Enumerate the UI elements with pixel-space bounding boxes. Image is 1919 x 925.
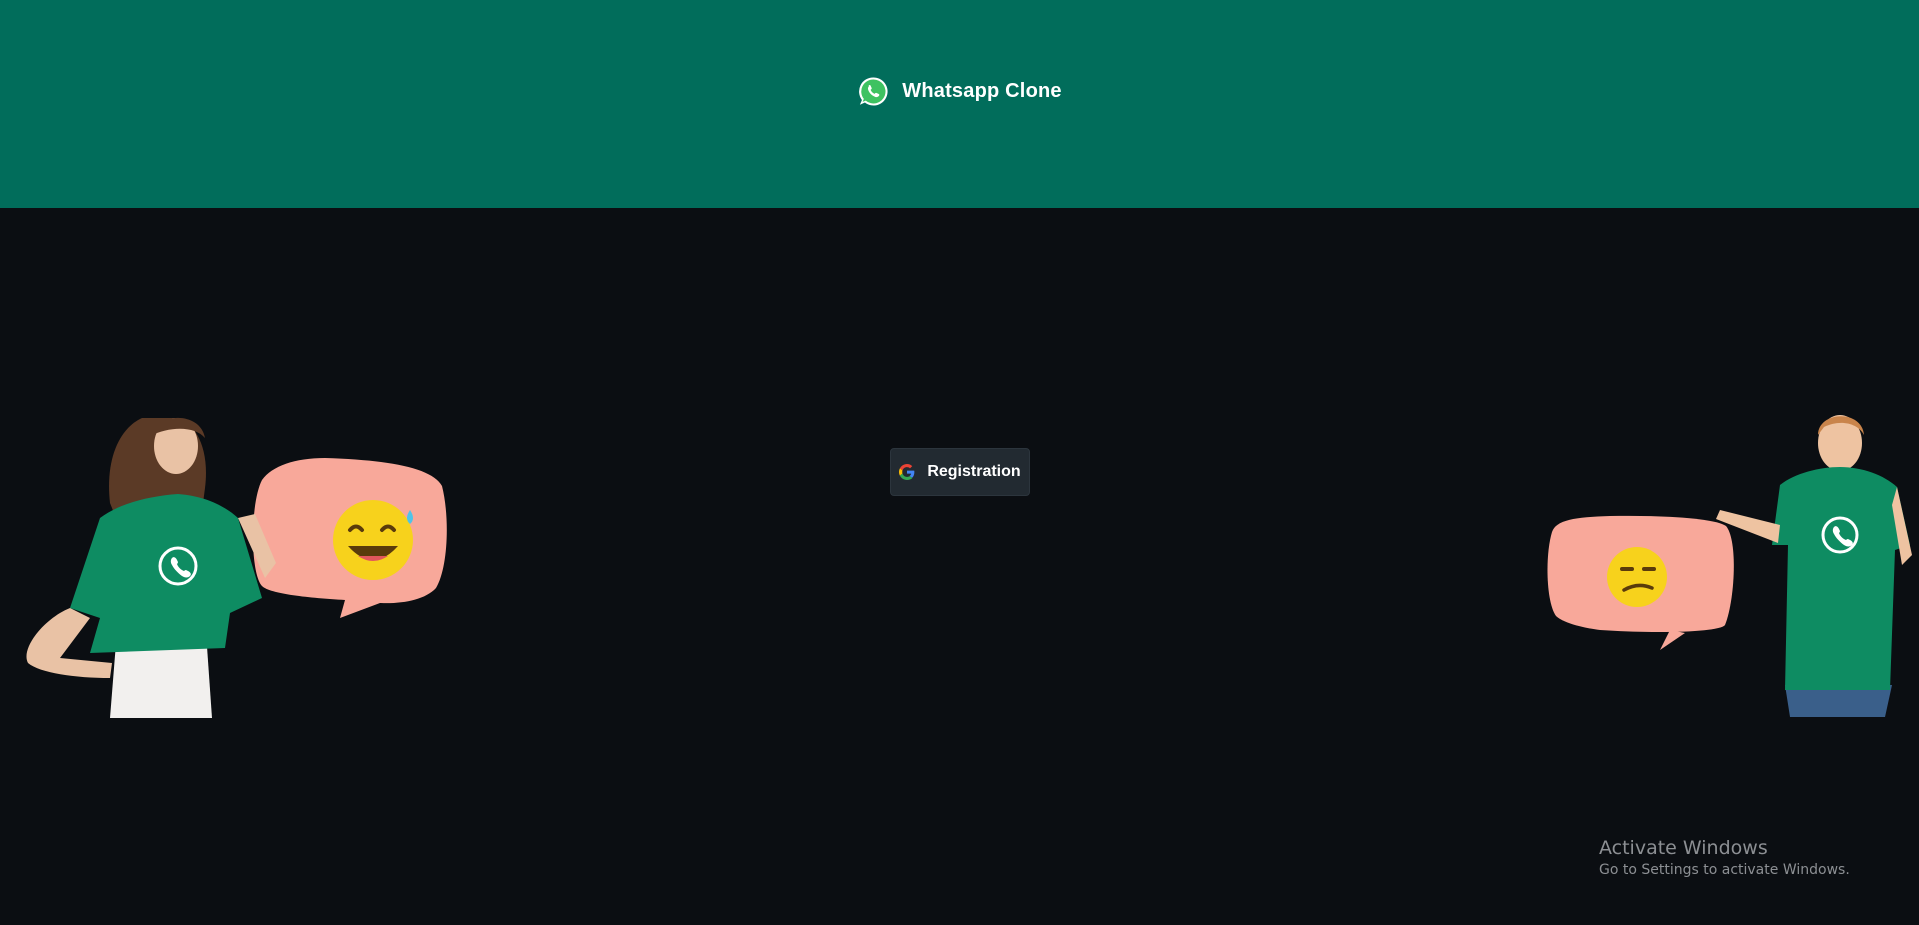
man-figure [1716, 415, 1912, 717]
whatsapp-logo-icon [859, 76, 888, 106]
registration-button[interactable]: Registration [890, 448, 1030, 496]
man-illustration [1547, 415, 1912, 717]
sweat-smile-emoji-icon [333, 500, 413, 580]
app-title: Whatsapp Clone [902, 79, 1062, 102]
confused-emoji-icon [1607, 547, 1667, 607]
registration-label: Registration [927, 463, 1021, 480]
woman-illustration [26, 417, 447, 718]
watermark-title: Activate Windows [1599, 837, 1768, 859]
woman-figure [26, 417, 276, 718]
app-header: Whatsapp Clone [0, 0, 1919, 208]
google-icon [899, 464, 915, 480]
speech-bubble-left [253, 458, 447, 618]
watermark-subtitle: Go to Settings to activate Windows. [1599, 862, 1850, 878]
speech-bubble-right [1547, 515, 1734, 650]
brand: Whatsapp Clone [857, 75, 1062, 108]
windows-activation-watermark: Activate Windows Go to Settings to activ… [1599, 836, 1850, 880]
